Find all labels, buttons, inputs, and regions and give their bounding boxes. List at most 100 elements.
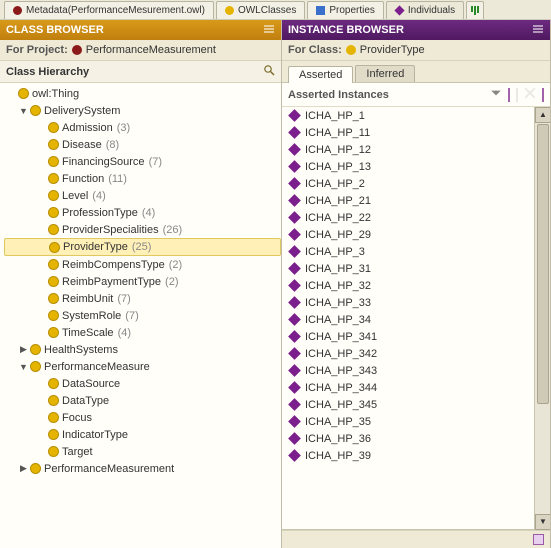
- individual-icon: [288, 279, 301, 292]
- list-item[interactable]: ICHA_HP_31: [282, 260, 534, 277]
- instance-toolbar: [490, 87, 544, 102]
- tab-forms[interactable]: [466, 1, 484, 19]
- tab-owl-classes[interactable]: OWLClasses: [216, 1, 305, 19]
- tab-inferred[interactable]: Inferred: [355, 65, 415, 82]
- tree-node[interactable]: ▶HealthSystems: [4, 341, 281, 358]
- individual-icon: [288, 415, 301, 428]
- tree-node[interactable]: Function(11): [4, 170, 281, 187]
- collapse-icon[interactable]: ▼: [18, 106, 29, 116]
- tree-node[interactable]: ReimbCompensType(2): [4, 256, 281, 273]
- class-icon: [48, 446, 59, 457]
- scrollbar[interactable]: ▲ ▼: [534, 107, 550, 530]
- tree-node[interactable]: IndicatorType: [4, 426, 281, 443]
- tab-properties[interactable]: Properties: [307, 1, 384, 19]
- class-name: Level: [62, 190, 88, 202]
- tree-node[interactable]: Target: [4, 443, 281, 460]
- instance-name: ICHA_HP_344: [305, 382, 377, 394]
- instance-count: (4): [92, 190, 105, 202]
- section-title: Class Hierarchy: [6, 66, 89, 78]
- class-icon: [48, 293, 59, 304]
- configure-icon[interactable]: [542, 89, 544, 101]
- list-item[interactable]: ICHA_HP_22: [282, 209, 534, 226]
- class-icon: [48, 173, 59, 184]
- tree-node[interactable]: TimeScale(4): [4, 324, 281, 341]
- class-name: Target: [62, 446, 93, 458]
- list-item[interactable]: ICHA_HP_33: [282, 294, 534, 311]
- class-name: DataSource: [62, 378, 120, 390]
- list-item[interactable]: ICHA_HP_1: [282, 107, 534, 124]
- list-item[interactable]: ICHA_HP_345: [282, 396, 534, 413]
- tree-node[interactable]: ▶PerformanceMeasurement: [4, 460, 281, 477]
- class-name: Focus: [62, 412, 92, 424]
- tree-node[interactable]: Admission(3): [4, 119, 281, 136]
- instance-name: ICHA_HP_342: [305, 348, 377, 360]
- class-name: PerformanceMeasure: [44, 361, 150, 373]
- class-name: owl:Thing: [32, 88, 79, 100]
- list-item[interactable]: ICHA_HP_34: [282, 311, 534, 328]
- list-item[interactable]: ICHA_HP_342: [282, 345, 534, 362]
- class-hierarchy-header: Class Hierarchy: [0, 61, 281, 83]
- list-item[interactable]: ICHA_HP_32: [282, 277, 534, 294]
- list-item[interactable]: ICHA_HP_39: [282, 447, 534, 464]
- list-item[interactable]: ICHA_HP_11: [282, 124, 534, 141]
- class-tree[interactable]: owl:Thing ▼DeliverySystemAdmission(3)Dise…: [0, 83, 281, 548]
- tree-node[interactable]: Level (4): [4, 187, 281, 204]
- instance-name: ICHA_HP_21: [305, 195, 371, 207]
- tree-node[interactable]: Disease(8): [4, 136, 281, 153]
- class-name: ProviderType: [360, 44, 425, 56]
- delete-instance-icon: [524, 87, 536, 102]
- dropdown-icon[interactable]: [490, 87, 502, 102]
- instance-list[interactable]: ICHA_HP_1ICHA_HP_11ICHA_HP_12ICHA_HP_13I…: [282, 107, 534, 530]
- tree-node[interactable]: ReimbUnit(7): [4, 290, 281, 307]
- list-item[interactable]: ICHA_HP_35: [282, 413, 534, 430]
- list-item[interactable]: ICHA_HP_3: [282, 243, 534, 260]
- tree-node[interactable]: DataType: [4, 392, 281, 409]
- pane-menu-button[interactable]: [263, 23, 275, 38]
- scroll-down-arrow[interactable]: ▼: [535, 514, 550, 530]
- list-item[interactable]: ICHA_HP_13: [282, 158, 534, 175]
- pane-menu-button[interactable]: [532, 23, 544, 38]
- forms-icon: [471, 6, 479, 15]
- list-item[interactable]: ICHA_HP_344: [282, 379, 534, 396]
- tree-node[interactable]: ReimbPaymentType(2): [4, 273, 281, 290]
- tree-node[interactable]: ▼ PerformanceMeasure: [4, 358, 281, 375]
- list-item[interactable]: ICHA_HP_343: [282, 362, 534, 379]
- class-icon: [30, 463, 41, 474]
- list-item[interactable]: ICHA_HP_12: [282, 141, 534, 158]
- tree-node[interactable]: ProviderSpecialities(26): [4, 221, 281, 238]
- expand-icon[interactable]: ▶: [18, 463, 29, 474]
- individual-icon: [288, 432, 301, 445]
- view-toggle-icon[interactable]: [533, 534, 544, 545]
- tree-node[interactable]: FinancingSource(7): [4, 153, 281, 170]
- tab-individuals[interactable]: Individuals: [386, 1, 464, 19]
- tree-node[interactable]: ▼DeliverySystem: [4, 102, 281, 119]
- list-item[interactable]: ICHA_HP_341: [282, 328, 534, 345]
- tree-node[interactable]: SystemRole(7): [4, 307, 281, 324]
- tree-node[interactable]: owl:Thing: [4, 85, 281, 102]
- tab-asserted[interactable]: Asserted: [288, 66, 353, 83]
- tree-node[interactable]: ProfessionType(4): [4, 204, 281, 221]
- tree-node[interactable]: Focus: [4, 409, 281, 426]
- tree-node[interactable]: ProviderType(25): [4, 238, 281, 256]
- class-icon: [48, 429, 59, 440]
- instance-name: ICHA_HP_1: [305, 110, 365, 122]
- for-project-label: For Project:: [6, 44, 68, 56]
- header-title: INSTANCE BROWSER: [288, 24, 404, 36]
- expand-icon[interactable]: ▶: [18, 344, 29, 355]
- collapse-icon[interactable]: ▼: [18, 362, 29, 372]
- list-item[interactable]: ICHA_HP_2: [282, 175, 534, 192]
- list-item[interactable]: ICHA_HP_21: [282, 192, 534, 209]
- class-icon: [48, 122, 59, 133]
- tab-metadata[interactable]: Metadata(PerformanceMesurement.owl): [4, 1, 214, 19]
- scroll-thumb[interactable]: [537, 124, 549, 404]
- individual-icon: [288, 313, 301, 326]
- class-icon: [48, 259, 59, 270]
- list-item[interactable]: ICHA_HP_29: [282, 226, 534, 243]
- scroll-up-arrow[interactable]: ▲: [535, 107, 550, 123]
- search-icon[interactable]: [263, 64, 275, 79]
- create-instance-icon[interactable]: [508, 89, 510, 101]
- instance-name: ICHA_HP_35: [305, 416, 371, 428]
- list-item[interactable]: ICHA_HP_36: [282, 430, 534, 447]
- editor-tabs: Metadata(PerformanceMesurement.owl) OWLC…: [0, 0, 551, 20]
- tree-node[interactable]: DataSource: [4, 375, 281, 392]
